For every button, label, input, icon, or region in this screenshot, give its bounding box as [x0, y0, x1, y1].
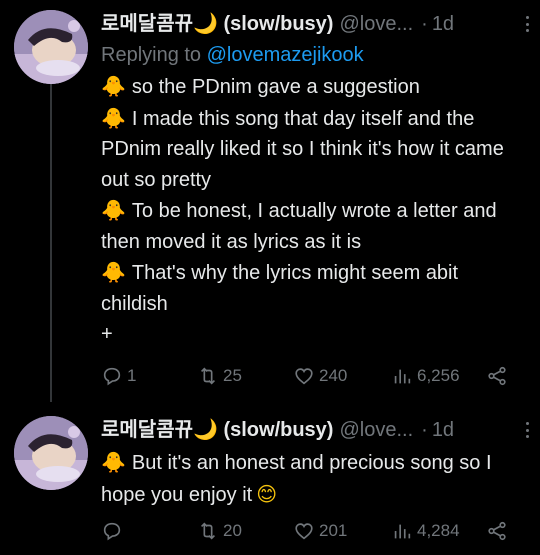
paragraph-text: I made this song that day itself and the…	[101, 107, 504, 191]
baby-chick-emoji: 🐥	[101, 74, 126, 98]
tweet-paragraph: +	[101, 319, 526, 350]
tweet-paragraph: 🐥 I made this song that day itself and th…	[101, 103, 526, 196]
retweet-count: 20	[223, 521, 242, 540]
paragraph-text: +	[101, 323, 113, 345]
baby-chick-emoji: 🐥	[101, 105, 126, 130]
reply-button[interactable]	[101, 517, 127, 545]
like-count: 201	[319, 521, 348, 540]
share-icon	[488, 366, 506, 386]
views-count: 6,256	[417, 366, 460, 385]
more-vertical-icon[interactable]	[518, 420, 536, 440]
tweet-content: 로메달콤뀨🌙 (slow/busy) @love... · 1d Replyin…	[101, 10, 526, 350]
baby-chick-emoji: 🐥	[101, 450, 126, 474]
tweet-2[interactable]: 로메달콤뀨🌙 (slow/busy) @love... · 1d 🐥 But it…	[0, 400, 540, 555]
retweet-icon	[200, 367, 216, 385]
tweet-paragraph: 🐥 so the PDnim gave a suggestion	[101, 71, 526, 103]
avatar-image	[14, 10, 88, 84]
tweet-header: 로메달콤뀨🌙 (slow/busy) @love... · 1d	[101, 416, 526, 444]
tweet-content: 로메달콤뀨🌙 (slow/busy) @love... · 1d 🐥 But it…	[101, 416, 526, 510]
avatar[interactable]	[14, 10, 88, 84]
heart-icon	[295, 523, 313, 540]
replying-label: Replying to	[101, 44, 202, 66]
baby-chick-emoji: 🐥	[101, 260, 126, 284]
tweet-paragraph: 🐥 But it's an honest and precious song so…	[101, 447, 526, 510]
share-button[interactable]	[486, 362, 508, 390]
reply-count: 1	[127, 366, 137, 385]
like-button[interactable]: 240	[293, 362, 347, 390]
paragraph-text: That's why the lyrics might seem abit ch…	[101, 262, 459, 315]
separator-dot: ·	[421, 419, 428, 441]
share-icon	[488, 521, 506, 541]
smiling-face-emoji: 😊	[256, 481, 278, 506]
views-button[interactable]: 4,284	[391, 517, 460, 545]
timestamp[interactable]: 1d	[432, 10, 454, 38]
heart-icon	[295, 368, 313, 385]
avatar-image	[14, 416, 88, 490]
baby-chick-emoji: 🐥	[101, 198, 126, 222]
retweet-button[interactable]: 20	[197, 517, 242, 545]
retweet-button[interactable]: 25	[197, 362, 242, 390]
share-button[interactable]	[486, 517, 508, 545]
replying-to-mention[interactable]: @lovemazejikook	[207, 44, 364, 66]
retweet-count: 25	[223, 366, 242, 385]
timestamp[interactable]: 1d	[432, 416, 454, 444]
user-handle[interactable]: @love...	[339, 10, 413, 38]
thread-line	[50, 82, 52, 402]
display-name[interactable]: 로메달콤뀨🌙 (slow/busy)	[101, 10, 333, 38]
paragraph-text: To be honest, I actually wrote a letter …	[101, 200, 497, 253]
tweet-actions: 20 201 4,284	[101, 517, 511, 545]
more-vertical-icon[interactable]	[518, 14, 536, 34]
reply-button[interactable]: 1	[101, 362, 136, 390]
views-chart-icon	[394, 369, 411, 384]
tweet-paragraph: 🐥 To be honest, I actually wrote a letter…	[101, 195, 526, 257]
paragraph-text: so the PDnim gave a suggestion	[131, 76, 420, 98]
tweet-1[interactable]: 로메달콤뀨🌙 (slow/busy) @love... · 1d Replyin…	[0, 0, 540, 402]
user-handle[interactable]: @love...	[339, 416, 413, 444]
views-chart-icon	[394, 524, 411, 539]
paragraph-text: But it's an honest and precious song so …	[101, 452, 492, 506]
tweet-actions: 1 25 240 6,256	[101, 362, 511, 390]
replying-to: Replying to @lovemazejikook	[101, 40, 526, 70]
display-name[interactable]: 로메달콤뀨🌙 (slow/busy)	[101, 416, 333, 444]
separator-dot: ·	[421, 13, 428, 35]
like-count: 240	[319, 366, 348, 385]
tweet-paragraph: 🐥 That's why the lyrics might seem abit c…	[101, 257, 526, 319]
tweet-text: 🐥 But it's an honest and precious song so…	[101, 447, 526, 510]
views-button[interactable]: 6,256	[391, 362, 460, 390]
views-count: 4,284	[417, 521, 460, 540]
reply-icon	[103, 367, 121, 386]
tweet-header: 로메달콤뀨🌙 (slow/busy) @love... · 1d	[101, 10, 526, 38]
tweet-text: 🐥 so the PDnim gave a suggestion 🐥 I made …	[101, 71, 526, 350]
retweet-icon	[200, 522, 216, 540]
avatar[interactable]	[14, 416, 88, 490]
reply-icon	[103, 522, 121, 541]
like-button[interactable]: 201	[293, 517, 347, 545]
